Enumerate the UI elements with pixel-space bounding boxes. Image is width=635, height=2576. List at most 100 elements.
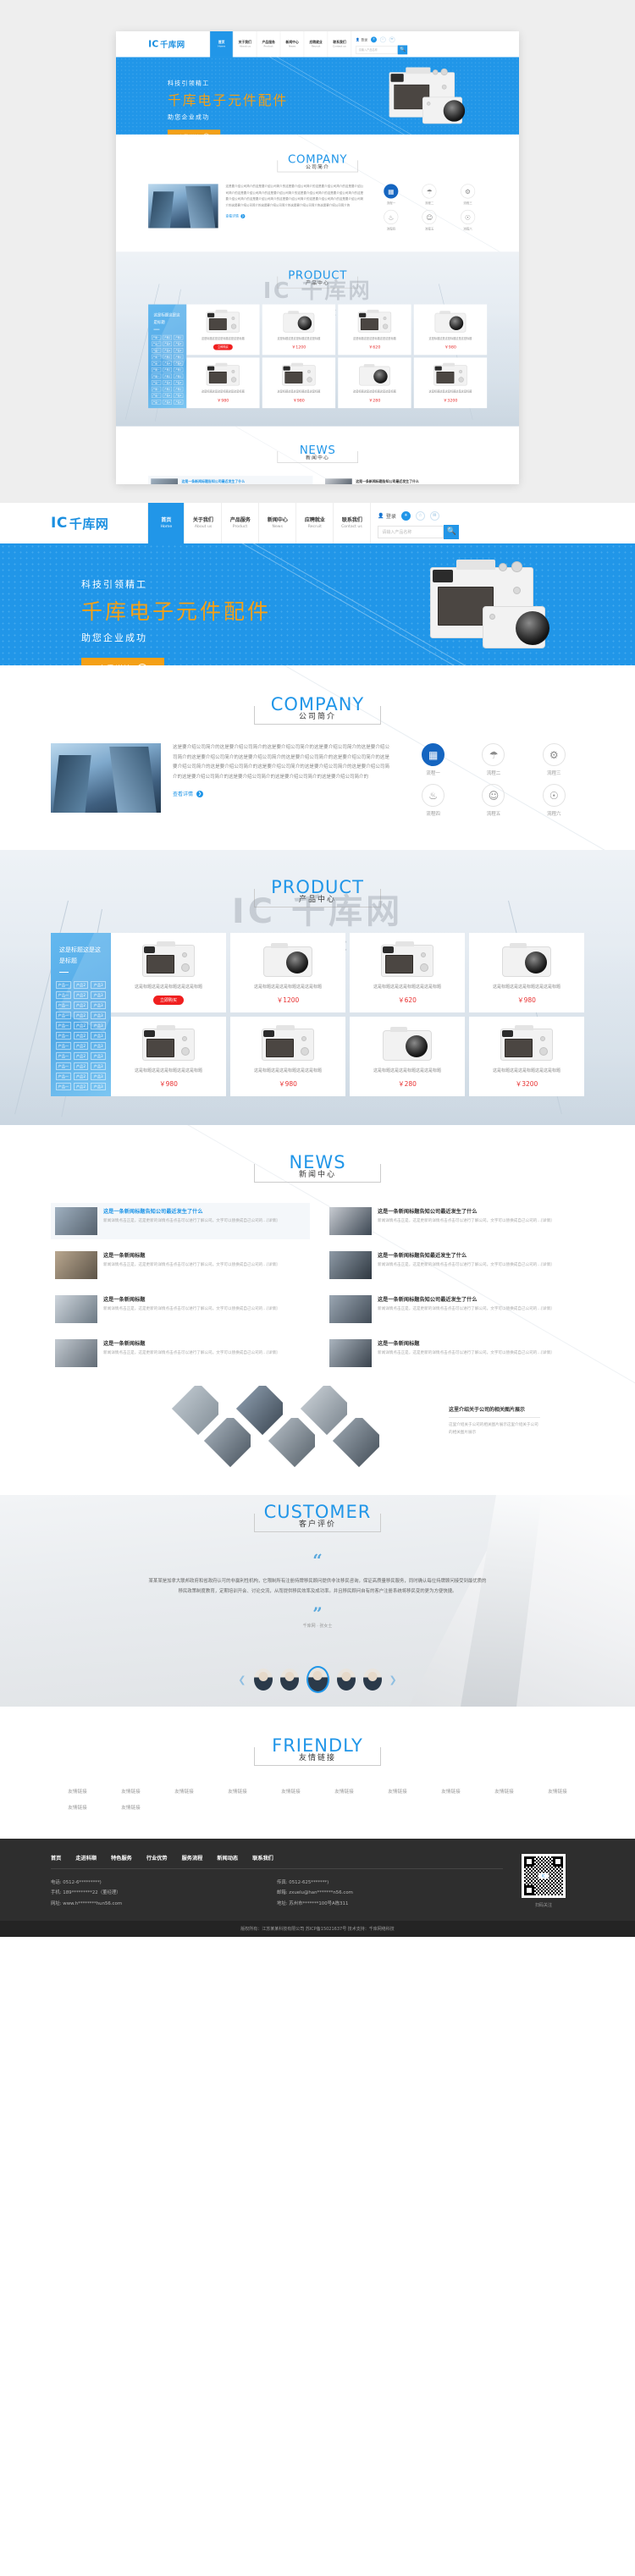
product-tag[interactable]: 产品3	[91, 1073, 107, 1080]
product-tag[interactable]: 产品3	[174, 373, 184, 379]
feature-item-3[interactable]: ⚙ 流程三	[449, 184, 487, 205]
product-tag[interactable]: 产品一	[56, 1022, 71, 1029]
product-tag[interactable]: 产品一	[56, 1042, 71, 1050]
product-card[interactable]: 这是标题这是这是标题这是这是标题 ￥620	[350, 933, 465, 1012]
chevron-right-icon[interactable]: ❯	[389, 1674, 397, 1685]
product-tag[interactable]: 产品一	[56, 1062, 71, 1070]
product-tag[interactable]: 产品一	[56, 981, 71, 989]
product-card[interactable]: 这是标题这是这是标题这是这是标题 立即购买	[111, 933, 226, 1012]
login-link[interactable]: 👤 登录	[378, 512, 396, 520]
weibo-icon[interactable]: ☆	[379, 36, 386, 43]
nav-item-home[interactable]: 首页 Home	[147, 503, 185, 543]
feature-item-2[interactable]: ☂ 流程二	[411, 184, 449, 205]
product-tag[interactable]: 产品一	[56, 1032, 71, 1040]
friendly-link[interactable]: 友情链接	[371, 1788, 424, 1795]
footer-nav-item[interactable]: 服务流程	[182, 1854, 203, 1862]
product-card[interactable]: 这是标题这是这是标题这是这是标题 ￥280	[350, 1017, 465, 1096]
friendly-link[interactable]: 友情链接	[318, 1788, 371, 1795]
product-tag[interactable]: 产品一	[151, 334, 162, 340]
product-tag[interactable]: 产品2	[73, 1052, 89, 1060]
product-tag[interactable]: 产品3	[174, 399, 184, 405]
product-card[interactable]: 这是标题这是这是标题这是这是标题 ￥980	[413, 304, 488, 356]
footer-nav-item[interactable]: 走进科顺	[75, 1854, 97, 1862]
search-icon[interactable]: 🔍	[444, 524, 460, 539]
search-input[interactable]: 请输入产品名称	[356, 45, 398, 54]
friendly-link[interactable]: 友情链接	[157, 1788, 211, 1795]
product-tag[interactable]: 产品一	[151, 399, 162, 405]
feature-item-5[interactable]: ☺ 流程五	[411, 209, 449, 231]
product-tag[interactable]: 产品2	[73, 1032, 89, 1040]
footer-nav-item[interactable]: 行业优势	[146, 1854, 168, 1862]
product-tag[interactable]: 产品2	[163, 380, 173, 385]
product-tag[interactable]: 产品2	[73, 1042, 89, 1050]
product-tag[interactable]: 产品2	[163, 393, 173, 399]
product-card[interactable]: 这是标题这是这是标题这是这是标题 立即购买	[186, 304, 260, 356]
nav-item-contact[interactable]: 联系我们 Contact us	[334, 503, 372, 543]
product-tag[interactable]: 产品3	[91, 1001, 107, 1009]
product-tag[interactable]: 产品2	[73, 981, 89, 989]
product-tag[interactable]: 产品2	[163, 361, 173, 366]
chevron-left-icon[interactable]: ❮	[238, 1674, 246, 1685]
product-tag[interactable]: 产品3	[91, 991, 107, 999]
product-tag[interactable]: 产品2	[163, 341, 173, 347]
product-tag[interactable]: 产品一	[151, 393, 162, 399]
nav-item-about[interactable]: 关于我们 About us	[185, 503, 223, 543]
product-tag[interactable]: 产品2	[163, 367, 173, 372]
friendly-link[interactable]: 友情链接	[531, 1788, 584, 1795]
feature-item-4[interactable]: ♨ 流程四	[403, 784, 463, 817]
product-tag[interactable]: 产品3	[91, 1042, 107, 1050]
friendly-link[interactable]: 友情链接	[104, 1804, 157, 1811]
product-card[interactable]: 这是标题这是这是标题这是这是标题 ￥980	[230, 1017, 345, 1096]
product-card[interactable]: 这是标题这是这是标题这是这是标题 ￥980	[186, 357, 260, 409]
product-tag[interactable]: 产品2	[163, 386, 173, 392]
product-tag[interactable]: 产品3	[91, 1022, 107, 1029]
nav-item-about[interactable]: 关于我们 About us	[234, 31, 257, 58]
site-logo[interactable]: IC 千库网	[51, 503, 108, 543]
product-tag[interactable]: 产品一	[56, 991, 71, 999]
product-tag[interactable]: 产品3	[174, 341, 184, 347]
news-item[interactable]: 这是一条新闻标题 新闻详情点击正是，这是更新的详情点击点击可以进行了解公司。文字…	[51, 1247, 310, 1283]
feature-item-1[interactable]: ▦ 流程一	[403, 743, 463, 776]
nav-item-product[interactable]: 产品服务 Product	[222, 503, 260, 543]
buy-button[interactable]: 立即购买	[152, 996, 184, 1005]
product-tag[interactable]: 产品3	[174, 380, 184, 385]
product-tag[interactable]: 产品3	[91, 1083, 107, 1090]
product-tag[interactable]: 产品3	[174, 393, 184, 399]
product-tag[interactable]: 产品一	[151, 361, 162, 366]
product-tag[interactable]: 产品2	[73, 1012, 89, 1019]
product-tag[interactable]: 产品2	[73, 991, 89, 999]
product-tag[interactable]: 产品一	[56, 1083, 71, 1090]
friendly-link[interactable]: 友情链接	[424, 1788, 478, 1795]
nav-item-product[interactable]: 产品服务 Product	[257, 31, 281, 58]
friendly-link[interactable]: 友情链接	[104, 1788, 157, 1795]
product-tag[interactable]: 产品一	[151, 348, 162, 353]
product-tag[interactable]: 产品3	[174, 354, 184, 360]
news-item[interactable]: 这是一条新闻标题告知公司最近发生了什么 新闻详情点击正是，这是更新的详情点击点击…	[325, 1203, 584, 1239]
product-tag[interactable]: 产品2	[163, 348, 173, 353]
feature-item-3[interactable]: ⚙ 流程三	[524, 743, 584, 776]
footer-nav-item[interactable]: 特色服务	[111, 1854, 132, 1862]
wechat-icon[interactable]: ✉	[429, 510, 439, 521]
footer-nav-item[interactable]: 首页	[51, 1854, 61, 1862]
nav-item-news[interactable]: 新闻中心 News	[281, 31, 305, 58]
product-tag[interactable]: 产品3	[91, 1032, 107, 1040]
friendly-link[interactable]: 友情链接	[211, 1788, 264, 1795]
friendly-link[interactable]: 友情链接	[51, 1788, 104, 1795]
product-tag[interactable]: 产品2	[73, 1022, 89, 1029]
product-card[interactable]: 这是标题这是这是标题这是这是标题 ￥620	[338, 304, 411, 356]
product-card[interactable]: 这是标题这是这是标题这是这是标题 ￥980	[469, 933, 584, 1012]
feature-item-4[interactable]: ♨ 流程四	[372, 209, 410, 231]
avatar[interactable]	[362, 1669, 382, 1691]
product-tag[interactable]: 产品一	[151, 386, 162, 392]
product-tag[interactable]: 产品一	[56, 1012, 71, 1019]
nav-item-recruit[interactable]: 应聘就业 Recruit	[296, 503, 334, 543]
news-item[interactable]: 这是一条新闻标题告知公司最近发生了什么 新闻详情点击正是，这是更新的详情点击点击…	[148, 476, 313, 484]
company-more-link[interactable]: 查看详情 ❯	[226, 213, 364, 218]
product-tag[interactable]: 产品3	[174, 334, 184, 340]
product-tag[interactable]: 产品2	[163, 373, 173, 379]
hero-cta-button[interactable]: 查看详情 ❯	[167, 130, 221, 135]
nav-item-contact[interactable]: 联系我们 Contact us	[328, 31, 352, 58]
wechat-icon[interactable]: ✉	[389, 36, 395, 43]
product-tag[interactable]: 产品2	[73, 1062, 89, 1070]
product-card[interactable]: 这是标题这是这是标题这是这是标题 ￥280	[338, 357, 411, 409]
